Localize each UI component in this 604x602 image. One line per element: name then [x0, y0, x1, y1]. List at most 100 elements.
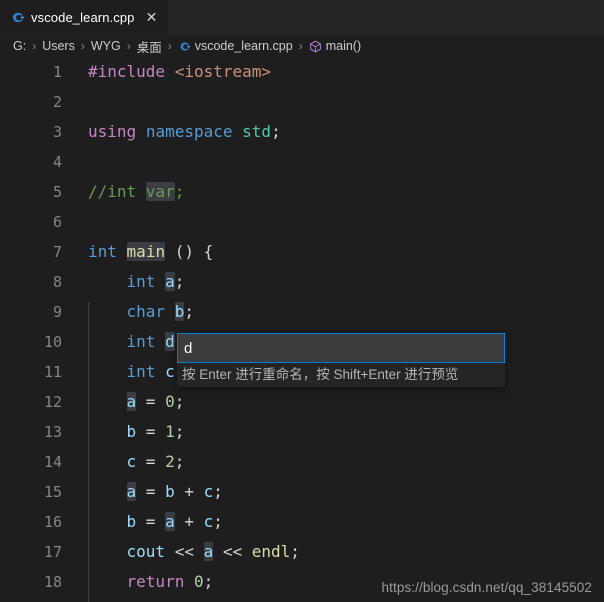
token: char [126, 302, 166, 321]
token: b [126, 422, 137, 441]
breadcrumb-item-desktop[interactable]: 桌面 [137, 37, 162, 56]
token: c [203, 512, 214, 531]
token: 2 [165, 452, 175, 471]
token: namespace [145, 122, 233, 141]
token: b [126, 512, 137, 531]
breadcrumb-separator-icon: › [298, 39, 303, 53]
token: a [203, 542, 214, 561]
line-content: b = a + c; [62, 507, 223, 537]
code-line: 3 using namespace std; [0, 117, 604, 147]
breadcrumb-item-wyg[interactable]: WYG [91, 39, 121, 53]
token: a [165, 272, 175, 291]
line-content: int d; [62, 327, 184, 357]
token: d [165, 332, 175, 351]
line-number: 17 [43, 543, 62, 561]
line-content: //int var; [62, 177, 184, 207]
token: = [136, 482, 166, 501]
code-line: 5 //int var; [0, 177, 604, 207]
line-number: 5 [52, 183, 62, 201]
code-line: 14 c = 2; [0, 447, 604, 477]
cpp-file-icon [10, 10, 25, 25]
token: c [165, 362, 175, 381]
breadcrumb-label: WYG [90, 39, 121, 53]
symbol-cube-icon [309, 40, 322, 53]
close-icon[interactable]: ✕ [145, 10, 159, 24]
breadcrumb-item-drive[interactable]: G: [13, 39, 26, 53]
token: + [174, 482, 204, 501]
line-content: a = b + c; [62, 477, 223, 507]
code-line: 6 [0, 207, 604, 237]
line-content: using namespace std; [62, 117, 281, 147]
line-content: a = 0; [62, 387, 184, 417]
line-content: char b; [62, 297, 194, 327]
code-editor[interactable]: 1 #include <iostream> 2 3 using namespac… [0, 57, 604, 602]
token: //int [88, 182, 146, 201]
code-line: 7 int main () { [0, 237, 604, 267]
token: using [88, 122, 137, 141]
token: b [174, 302, 185, 321]
code-line: 2 [0, 87, 604, 117]
line-number: 12 [43, 393, 62, 411]
token: + [174, 512, 204, 531]
editor-tab-bar: vscode_learn.cpp ✕ [0, 0, 604, 35]
token: endl [251, 542, 291, 561]
token: a [126, 392, 137, 411]
breadcrumb-item-file[interactable]: vscode_learn.cpp [178, 39, 293, 53]
token: cout [126, 542, 166, 561]
token: = [136, 392, 166, 411]
line-content: b = 1; [62, 417, 185, 447]
token: a [126, 482, 137, 501]
rename-input[interactable] [177, 333, 505, 363]
token: 0 [165, 392, 175, 411]
line-number: 10 [43, 333, 62, 351]
token: ; [271, 122, 281, 141]
line-number: 13 [43, 423, 62, 441]
breadcrumb-label: G: [13, 39, 27, 53]
editor-tab-vscode-learn-cpp[interactable]: vscode_learn.cpp ✕ [0, 0, 169, 34]
token: ; [174, 182, 185, 201]
line-number: 1 [52, 63, 62, 81]
token: main [126, 242, 166, 261]
breadcrumb-separator-icon: › [80, 39, 85, 53]
breadcrumb-label: vscode_learn.cpp [194, 39, 293, 53]
breadcrumb-item-symbol-main[interactable]: main() [309, 39, 361, 53]
token: ; [213, 482, 223, 501]
token: ; [174, 272, 185, 291]
cpp-file-icon [178, 40, 191, 53]
code-line: 9 char b; [0, 297, 604, 327]
breadcrumb-label: main() [325, 39, 362, 53]
code-line: 4 [0, 147, 604, 177]
token: return [126, 572, 185, 591]
token: a [165, 512, 175, 531]
line-number: 15 [43, 483, 62, 501]
breadcrumb-item-users[interactable]: Users [42, 39, 75, 53]
line-number: 9 [52, 303, 62, 321]
line-content: return 0; [62, 567, 214, 597]
breadcrumb-label: 桌面 [136, 40, 162, 55]
code-line: 1 #include <iostream> [0, 57, 604, 87]
token: << [213, 542, 252, 561]
code-line: 8 int a; [0, 267, 604, 297]
line-number: 3 [52, 123, 62, 141]
line-content: cout << a << endl; [62, 537, 300, 567]
breadcrumb: G: › Users › WYG › 桌面 › vscode_learn.cpp… [0, 35, 604, 57]
rename-widget[interactable]: 按 Enter 进行重命名，按 Shift+Enter 进行预览 [177, 333, 505, 387]
token: = [136, 452, 166, 471]
breadcrumb-separator-icon: › [32, 39, 37, 53]
token: ; [184, 302, 194, 321]
token: 0 [193, 572, 204, 591]
